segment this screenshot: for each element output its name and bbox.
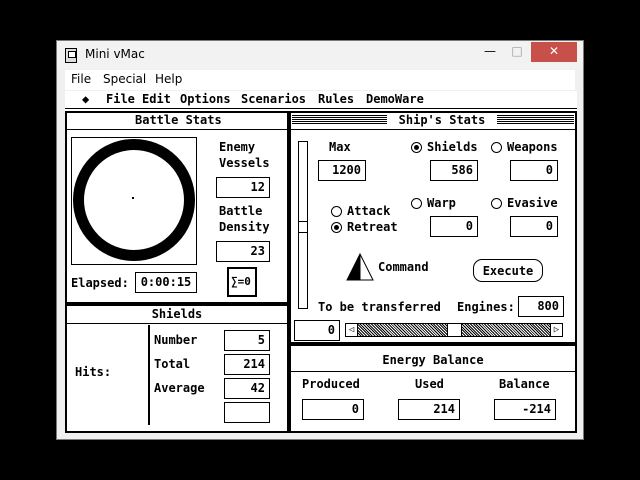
- radar-ring: [73, 139, 195, 261]
- evasive-field: 0: [510, 216, 558, 237]
- ships-stats-title: Ship's Stats: [387, 113, 497, 127]
- emulator-window: Mini vMac — □ ✕ File Special Help ◆ File…: [56, 40, 584, 440]
- shields-radio[interactable]: [411, 142, 422, 153]
- mac-app-icon: [65, 48, 77, 63]
- warp-field: 0: [430, 216, 478, 237]
- mac-menu-options[interactable]: Options: [180, 92, 231, 106]
- produced-field: 0: [302, 399, 364, 420]
- mac-menu-demoware[interactable]: DemoWare: [366, 92, 424, 106]
- mac-menu-rules[interactable]: Rules: [318, 92, 354, 106]
- hits-total-field: 214: [224, 354, 270, 375]
- mac-menu-edit[interactable]: Edit: [142, 92, 171, 106]
- shields-title: Shields: [151, 307, 203, 321]
- evasive-radio[interactable]: [491, 198, 502, 209]
- elapsed-label: Elapsed:: [71, 276, 129, 290]
- density-label: Density: [219, 220, 270, 234]
- attack-radio[interactable]: [331, 206, 342, 217]
- used-label: Used: [415, 377, 444, 391]
- enemy-label: Enemy: [219, 140, 256, 154]
- host-menu-special[interactable]: Special: [103, 72, 146, 86]
- vertical-slider-thumb[interactable]: [298, 221, 308, 233]
- sigma-icon: ∑=0: [231, 275, 251, 288]
- evasive-label: Evasive: [507, 196, 558, 210]
- host-menu-file[interactable]: File: [71, 72, 91, 86]
- maximize-button[interactable]: □: [504, 42, 530, 62]
- produced-label: Produced: [302, 377, 360, 391]
- elapsed-field: 0:00:15: [135, 272, 197, 293]
- transfer-field: 0: [294, 320, 340, 341]
- vessels-label: Vessels: [219, 156, 270, 170]
- hits-average-field: 42: [224, 378, 270, 399]
- close-button[interactable]: ✕: [531, 42, 577, 62]
- attack-label: Attack: [347, 204, 391, 218]
- hits-label: Hits:: [75, 365, 112, 379]
- battle-label: Battle: [219, 204, 263, 218]
- warp-label: Warp: [427, 196, 456, 210]
- number-label: Number: [154, 333, 198, 347]
- enemy-vessels-field: 12: [216, 177, 270, 198]
- host-menu-bar: File Special Help: [65, 70, 575, 90]
- battle-density-field: 23: [216, 241, 270, 262]
- total-label: Total: [154, 357, 191, 371]
- sigma-button[interactable]: ∑=0: [227, 267, 257, 297]
- transfer-slider-thumb[interactable]: [447, 323, 462, 337]
- radar-dot: [132, 197, 134, 199]
- battle-stats-title: Battle Stats: [135, 113, 222, 127]
- weapons-label: Weapons: [507, 140, 558, 154]
- execute-button[interactable]: Execute: [473, 259, 543, 282]
- used-field: 214: [398, 399, 460, 420]
- retreat-label: Retreat: [347, 220, 398, 234]
- slider-left-arrow-icon[interactable]: ◁: [345, 323, 358, 337]
- energy-balance-title: Energy Balance: [382, 353, 484, 367]
- host-menu-help[interactable]: Help: [155, 72, 182, 86]
- max-field: 1200: [318, 160, 366, 181]
- transfer-label: To be transferred: [318, 300, 441, 314]
- shields-field: 586: [430, 160, 478, 181]
- command-label: Command: [378, 260, 429, 274]
- mac-menu-bar: ◆ File Edit Options Scenarios Rules Demo…: [65, 91, 577, 109]
- engines-label: Engines:: [457, 300, 515, 314]
- command-icon[interactable]: [345, 252, 375, 282]
- average-label: Average: [154, 381, 205, 395]
- balance-field: -214: [494, 399, 556, 420]
- max-label: Max: [329, 140, 351, 154]
- engines-field: 800: [518, 296, 564, 317]
- weapons-radio[interactable]: [491, 142, 502, 153]
- window-title: Mini vMac: [85, 47, 145, 61]
- mac-screen: ◆ File Edit Options Scenarios Rules Demo…: [65, 91, 577, 433]
- minimize-button[interactable]: —: [477, 42, 503, 62]
- weapons-field: 0: [510, 160, 558, 181]
- retreat-radio[interactable]: [331, 222, 342, 233]
- slider-right-arrow-icon[interactable]: ▷: [550, 323, 563, 337]
- mac-menu-file[interactable]: File: [106, 92, 135, 106]
- hits-extra-field: [224, 402, 270, 423]
- title-bar[interactable]: Mini vMac — □ ✕: [57, 41, 583, 69]
- balance-label: Balance: [499, 377, 550, 391]
- execute-label: Execute: [482, 264, 534, 278]
- mac-menu-scenarios[interactable]: Scenarios: [241, 92, 306, 106]
- apple-menu-icon[interactable]: ◆: [82, 93, 94, 105]
- shields-label: Shields: [427, 140, 478, 154]
- hits-number-field: 5: [224, 330, 270, 351]
- warp-radio[interactable]: [411, 198, 422, 209]
